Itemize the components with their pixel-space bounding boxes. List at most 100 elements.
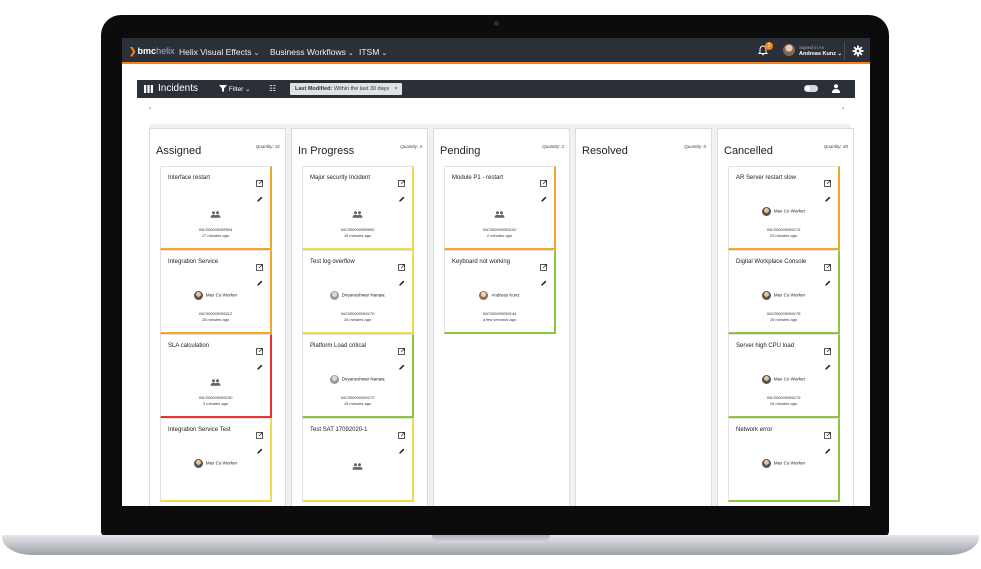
open-external-icon[interactable]	[398, 174, 405, 187]
assignee-avatar	[761, 291, 771, 300]
incident-card[interactable]: Network error Max Co Worker	[728, 418, 840, 502]
open-external-icon[interactable]	[824, 258, 831, 271]
assignee: Max Co Worker	[161, 291, 270, 300]
open-external-icon[interactable]	[824, 426, 831, 439]
nav-item-helix-visual-effects[interactable]: Helix Visual Effects ⌄	[179, 47, 259, 57]
user-menu[interactable]: Andreas Kunz ⌄	[799, 51, 842, 57]
column-quantity: Quantity: 4	[400, 144, 422, 149]
page-title: Incidents	[158, 83, 199, 94]
chevron-down-icon: ⌄	[381, 50, 388, 57]
kanban-board: Assigned Quantity: 31 Interface restart INC…	[149, 124, 854, 506]
app-screen: ❯bmchelix Helix Visual Effects ⌄ Business…	[122, 38, 870, 506]
gear-icon[interactable]	[852, 45, 864, 57]
notification-count-badge: 2	[765, 42, 773, 50]
scroll-right-arrow[interactable]: ›	[842, 106, 844, 112]
incident-card[interactable]: Integration Service Test Max Co Worker	[160, 418, 272, 502]
assignee-name: Dnyaneshwar Nanaw.	[341, 376, 386, 382]
incident-time: 20 minutes ago	[769, 233, 798, 238]
open-external-icon[interactable]	[256, 258, 263, 271]
open-external-icon[interactable]	[540, 258, 547, 271]
incident-card[interactable]: Test log overflow Dnyaneshwar Nanaw. INC00…	[302, 250, 414, 334]
incident-card[interactable]: AR Server restart slow Max Co Worker INC00…	[728, 166, 840, 250]
scroll-left-arrow[interactable]: ‹	[149, 106, 151, 112]
edit-pencil-icon[interactable]	[825, 357, 831, 370]
column-quantity: Quantity: 2	[542, 144, 564, 149]
assignee-name: Max Co Worker	[773, 292, 806, 298]
close-icon[interactable]: ×	[394, 86, 397, 92]
incident-title: Major security Incident	[310, 175, 371, 181]
open-external-icon[interactable]	[398, 342, 405, 355]
incident-meta: INC000000059170 15 minutes ago	[303, 311, 412, 323]
open-external-icon[interactable]	[256, 174, 263, 187]
edit-pencil-icon[interactable]	[825, 441, 831, 454]
assignee-avatar	[761, 459, 771, 468]
group-icon	[445, 205, 554, 223]
incident-card[interactable]: Integration Service Max Co Worker INC00000…	[160, 250, 272, 334]
incident-card[interactable]: Major security Incident INC000000058900 16…	[302, 166, 414, 250]
nav-divider	[844, 42, 845, 60]
board-column-resolved: Resolved Quantity: 0	[575, 128, 712, 506]
nav-accent-line	[122, 62, 870, 64]
incident-title: Test SAT 17092020-1	[310, 427, 368, 433]
assignee-name: Max Co Worker	[205, 292, 238, 298]
board-column-in-progress: In Progress Quantity: 4 Major security Inc…	[291, 128, 428, 506]
edit-pencil-icon[interactable]	[399, 189, 405, 202]
filter-chip-last-modified[interactable]: Last Modified: Within the last 30 days ×	[290, 83, 403, 95]
incident-card[interactable]: SLA calculation INC000000059150 3 minutes …	[160, 334, 272, 418]
open-external-icon[interactable]	[398, 258, 405, 271]
edit-pencil-icon[interactable]	[257, 357, 263, 370]
laptop-notch	[432, 535, 550, 543]
assignee-avatar	[193, 291, 203, 300]
open-external-icon[interactable]	[256, 342, 263, 355]
edit-pencil-icon[interactable]	[541, 273, 547, 286]
incident-title: Module P1 - restart	[452, 175, 504, 181]
column-title: Cancelled	[724, 145, 773, 157]
open-external-icon[interactable]	[398, 426, 405, 439]
incident-title: Network error	[736, 427, 773, 433]
assignee-name: Max Co Worker	[773, 208, 806, 214]
open-external-icon[interactable]	[256, 426, 263, 439]
edit-pencil-icon[interactable]	[825, 273, 831, 286]
edit-pencil-icon[interactable]	[399, 441, 405, 454]
open-external-icon[interactable]	[824, 342, 831, 355]
nav-item-itsm[interactable]: ITSM ⌄	[359, 47, 387, 57]
incident-card[interactable]: Keyboard not working Andreas Kunz INC00000…	[444, 250, 556, 334]
group-icon	[303, 205, 412, 223]
filter-button[interactable]: Filter ⌄	[219, 85, 251, 93]
signed-in-label: Signed in As	[799, 45, 825, 50]
edit-pencil-icon[interactable]	[257, 189, 263, 202]
board-column-assigned: Assigned Quantity: 31 Interface restart INC…	[149, 128, 286, 506]
nav-item-business-workflows[interactable]: Business Workflows ⌄	[270, 47, 354, 57]
assignee: Dnyaneshwar Nanaw.	[303, 375, 412, 384]
assignee-avatar	[479, 291, 489, 300]
column-title: Resolved	[582, 145, 628, 157]
assignee-name: Max Co Worker	[773, 376, 806, 382]
edit-pencil-icon[interactable]	[399, 273, 405, 286]
incident-time: 2 minutes ago	[486, 233, 513, 238]
edit-pencil-icon[interactable]	[257, 441, 263, 454]
open-external-icon[interactable]	[540, 174, 547, 187]
incident-card[interactable]: Digital Workplace Console Max Co Worker IN…	[728, 250, 840, 334]
person-icon[interactable]	[832, 84, 840, 93]
edit-pencil-icon[interactable]	[541, 189, 547, 202]
edit-pencil-icon[interactable]	[257, 273, 263, 286]
incident-title: Platform Load critical	[310, 343, 367, 349]
incident-card[interactable]: Interface restart INC000000058504 17 minut…	[160, 166, 272, 250]
edit-pencil-icon[interactable]	[825, 189, 831, 202]
incident-card[interactable]: Module P1 - restart INC000000059102 2 minu…	[444, 166, 556, 250]
open-external-icon[interactable]	[824, 174, 831, 187]
sort-settings-icon[interactable]: ☷	[269, 84, 276, 93]
edit-pencil-icon[interactable]	[399, 357, 405, 370]
assignee: Max Co Worker	[161, 459, 270, 468]
user-avatar[interactable]	[783, 44, 795, 56]
board-view-icon[interactable]	[144, 85, 153, 93]
incident-card[interactable]: Platform Load critical Dnyaneshwar Nanaw.…	[302, 334, 414, 418]
incidents-toolbar: Incidents Filter ⌄ ☷ Last Modified: With…	[137, 80, 855, 98]
incident-title: Keyboard not working	[452, 259, 511, 265]
incident-card[interactable]: Test SAT 17092020-1	[302, 418, 414, 502]
bmc-helix-logo[interactable]: ❯bmchelix	[129, 46, 175, 57]
view-toggle-switch[interactable]	[804, 85, 818, 92]
incident-card[interactable]: Server high CPU load Max Co Worker INC0000…	[728, 334, 840, 418]
assignee: Max Co Worker	[729, 291, 838, 300]
assignee-avatar	[329, 375, 339, 384]
